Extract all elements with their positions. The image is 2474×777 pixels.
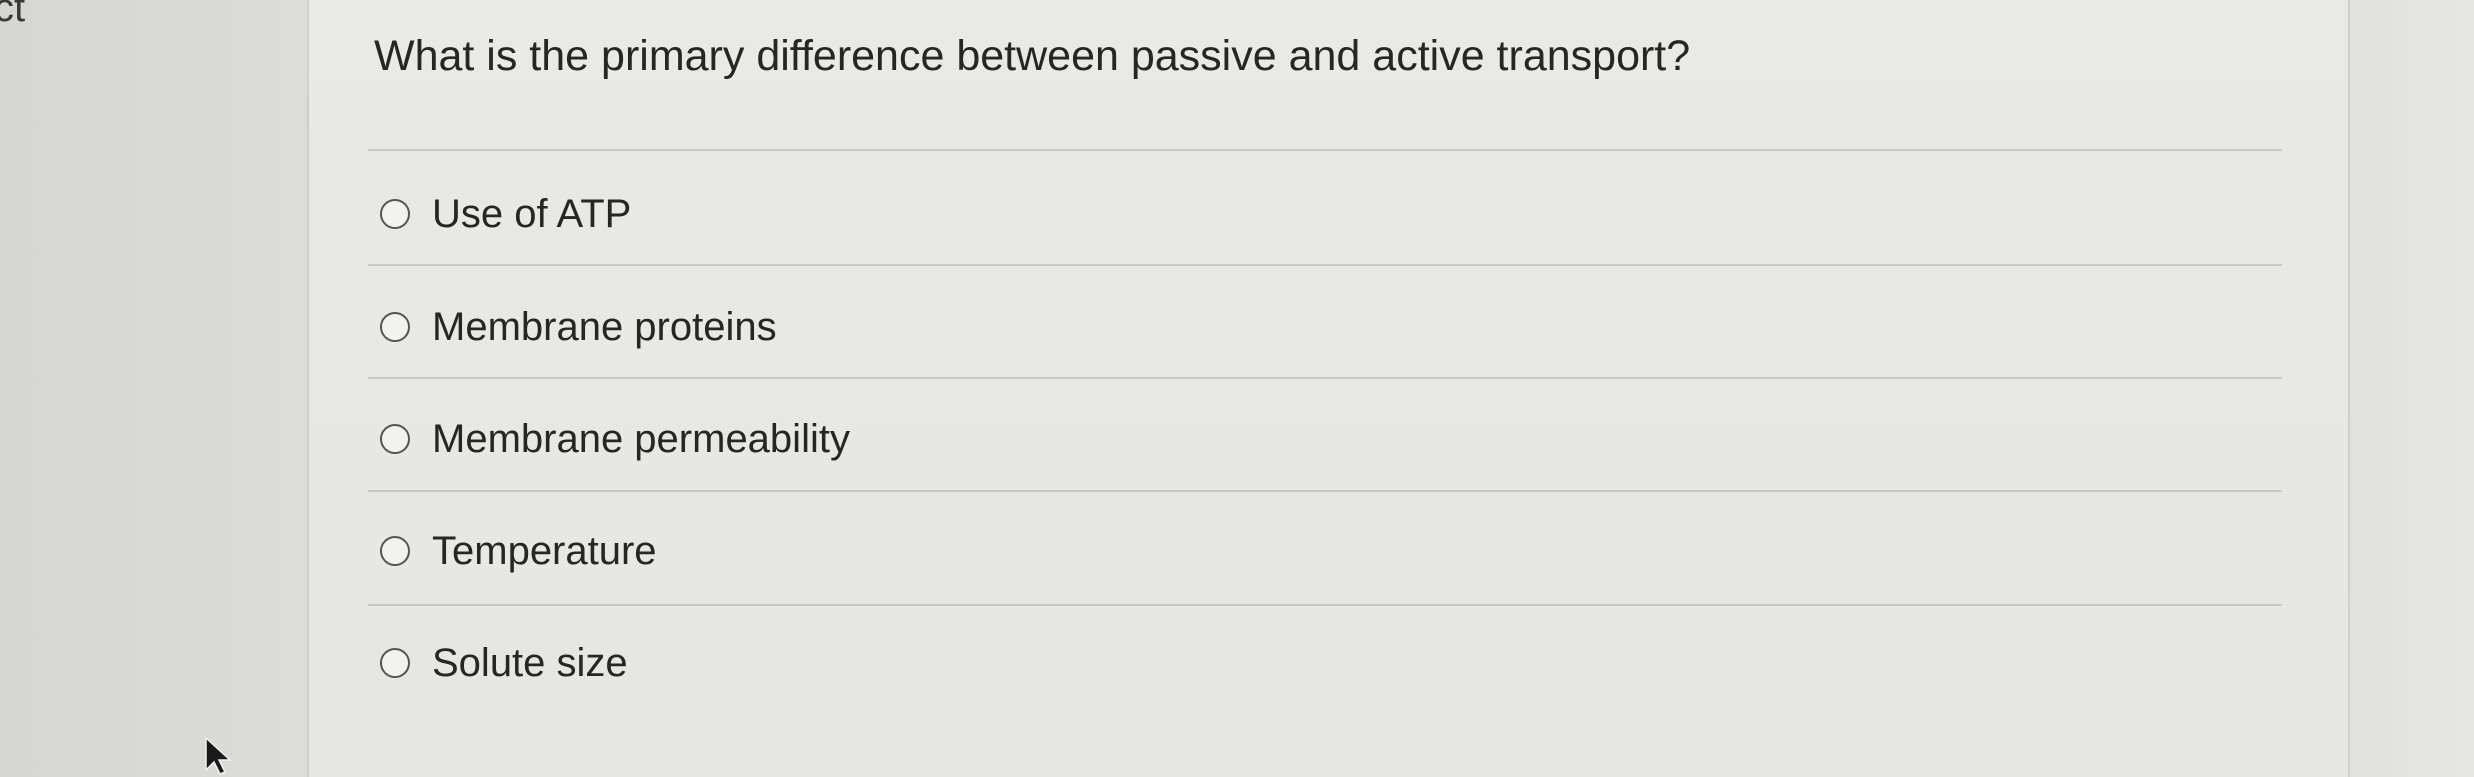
answer-option-label: Temperature (432, 528, 657, 573)
mouse-pointer-icon (205, 736, 232, 775)
radio-unselected-icon[interactable] (380, 536, 410, 566)
divider (368, 604, 2282, 606)
answer-option-membrane-permeability[interactable]: Membrane permeability (380, 409, 850, 469)
radio-unselected-icon[interactable] (380, 199, 410, 229)
radio-unselected-icon[interactable] (380, 312, 410, 342)
corner-fragment-text: ct (0, 0, 26, 30)
answer-option-membrane-proteins[interactable]: Membrane proteins (380, 297, 777, 357)
answer-option-label: Use of ATP (432, 191, 632, 236)
answer-option-temperature[interactable]: Temperature (380, 521, 657, 581)
right-margin (2350, 0, 2474, 777)
divider (368, 264, 2282, 266)
answer-option-solute-size[interactable]: Solute size (380, 633, 628, 693)
answer-option-label: Membrane permeability (432, 416, 850, 461)
left-margin: ct (0, 0, 307, 777)
radio-unselected-icon[interactable] (380, 424, 410, 454)
divider (368, 149, 2282, 151)
answer-option-use-of-atp[interactable]: Use of ATP (380, 184, 631, 244)
radio-unselected-icon[interactable] (380, 648, 410, 678)
answer-option-label: Membrane proteins (432, 304, 777, 349)
answer-option-label: Solute size (432, 640, 628, 685)
divider (368, 490, 2282, 492)
divider (368, 377, 2282, 379)
question-title: What is the primary difference between p… (374, 32, 1691, 80)
